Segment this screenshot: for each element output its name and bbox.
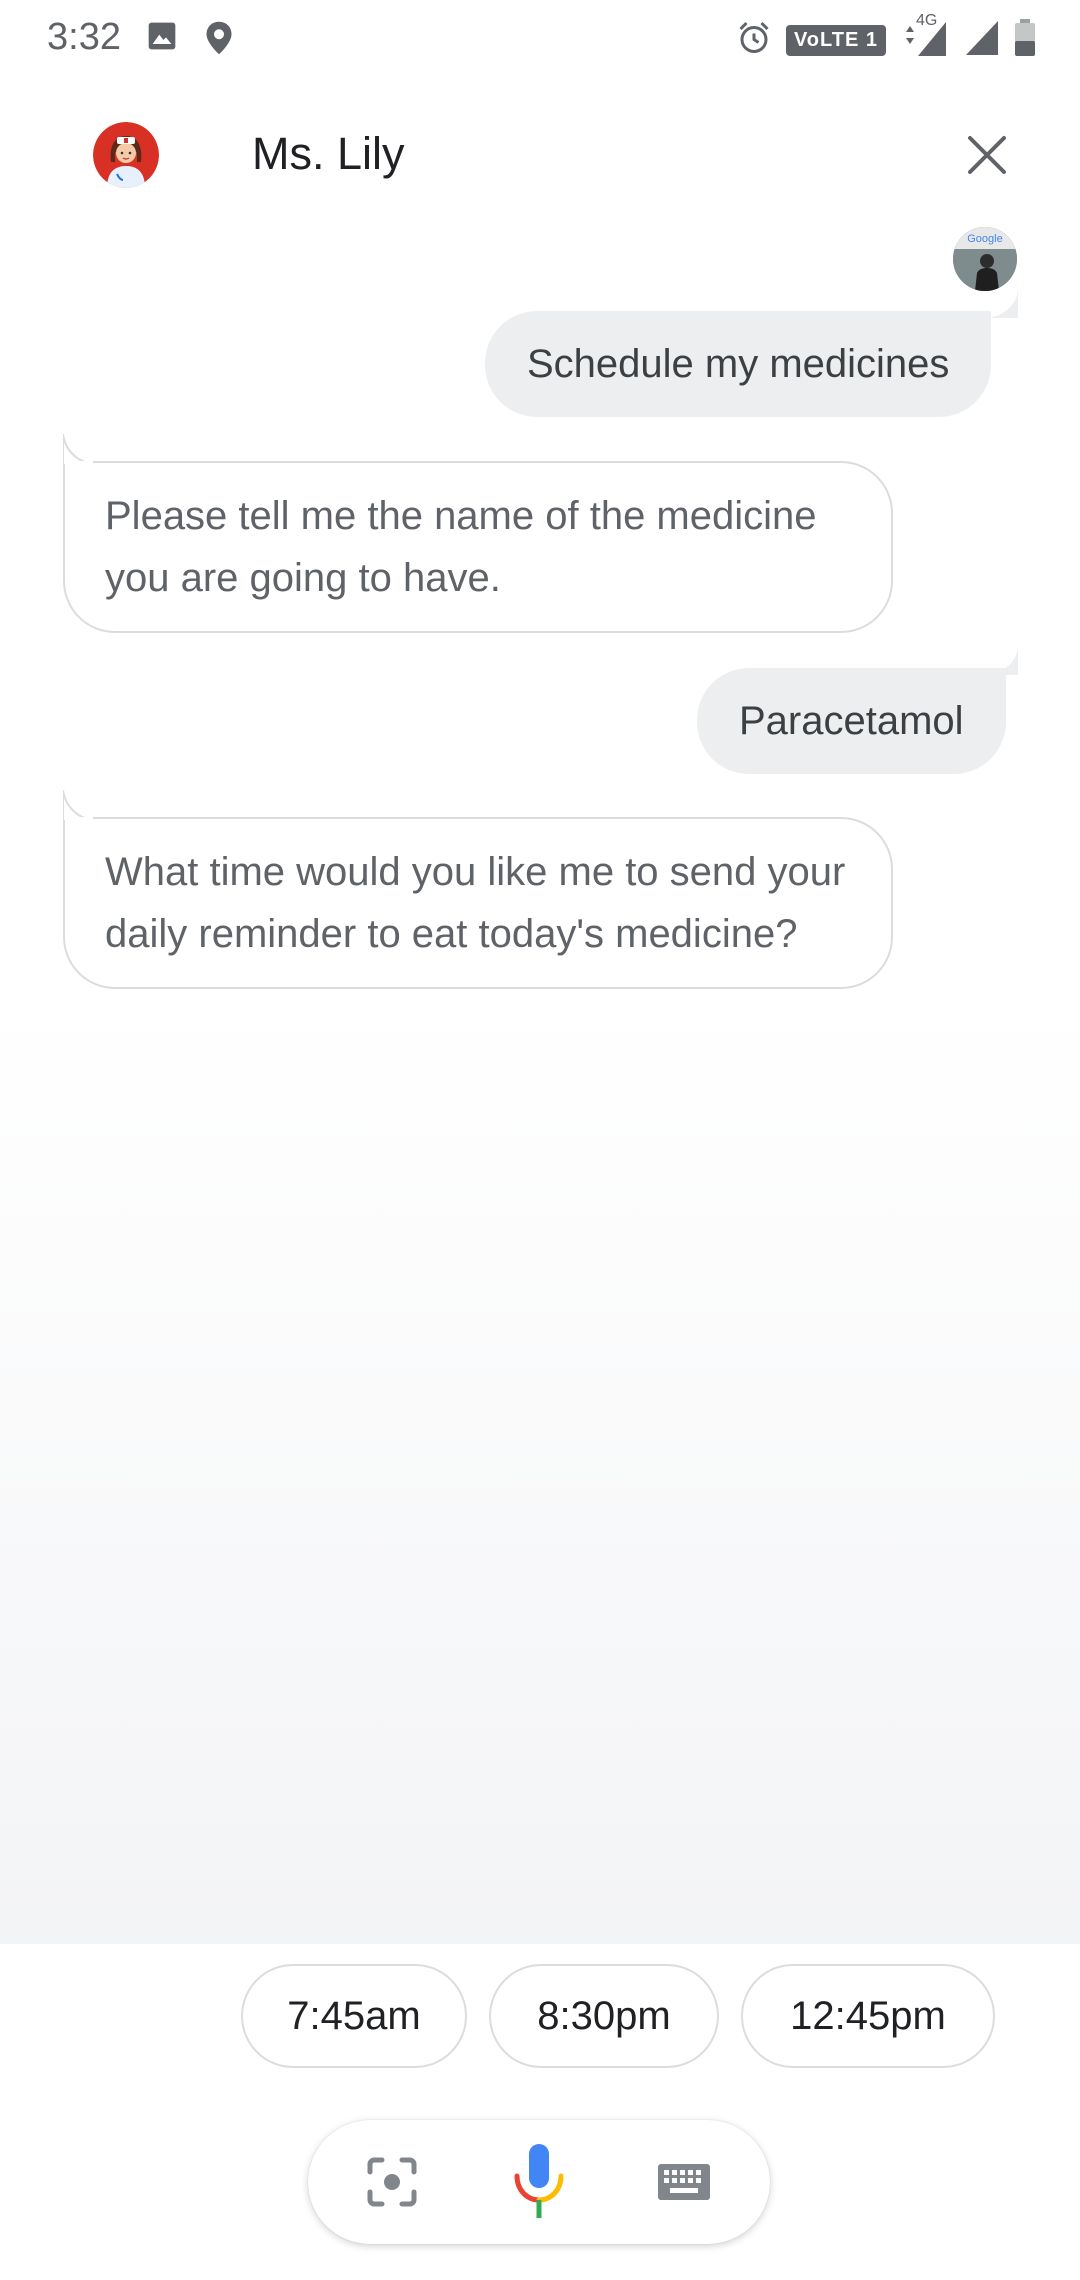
suggestion-chip[interactable]: 8:30pm: [489, 1964, 719, 2068]
message-text: Please tell me the name of the medicine …: [105, 494, 817, 600]
status-time: 3:32: [47, 16, 121, 58]
suggestion-chip[interactable]: 12:45pm: [741, 1964, 995, 2068]
assistant-input-bar: [308, 2120, 770, 2244]
bubble-tail: [63, 434, 93, 464]
keyboard-button[interactable]: [644, 2142, 724, 2222]
close-icon: [968, 136, 1006, 174]
close-button[interactable]: [962, 130, 1012, 180]
bubble-tail: [988, 645, 1018, 675]
bubble-tail: [988, 288, 1018, 318]
agent-message: What time would you like me to send your…: [63, 817, 893, 989]
microphone-icon: [514, 2144, 564, 2218]
message-text: Schedule my medicines: [527, 342, 950, 386]
user-avatar: Google: [953, 227, 1017, 291]
user-message: Schedule my medicines: [485, 311, 992, 417]
keyboard-icon: [658, 2164, 710, 2200]
image-icon: [146, 20, 178, 57]
microphone-button[interactable]: [499, 2142, 579, 2222]
bubble-tail: [63, 790, 93, 820]
location-icon: [204, 20, 234, 61]
message-text: What time would you like me to send your…: [105, 850, 846, 956]
alarm-icon: [736, 20, 772, 61]
status-bar: 3:32 VoLTE 1 4G: [0, 0, 1080, 80]
agent-avatar[interactable]: [93, 122, 159, 188]
suggestion-chip[interactable]: 7:45am: [241, 1964, 467, 2068]
agent-message: Please tell me the name of the medicine …: [63, 461, 893, 633]
svg-text:Google: Google: [967, 233, 1002, 245]
signal-icon: [964, 19, 1000, 62]
lens-icon: [367, 2157, 417, 2207]
signal-icon: 4G: [900, 12, 950, 63]
user-message: Paracetamol: [697, 668, 1006, 774]
message-text: Paracetamol: [739, 699, 964, 743]
chat-header: Ms. Lily: [0, 112, 1080, 202]
lens-button[interactable]: [352, 2142, 432, 2222]
volte-badge: VoLTE 1: [785, 25, 886, 56]
agent-name: Ms. Lily: [252, 128, 405, 179]
network-type-label: 4G: [916, 12, 938, 29]
battery-icon: [1014, 19, 1036, 62]
